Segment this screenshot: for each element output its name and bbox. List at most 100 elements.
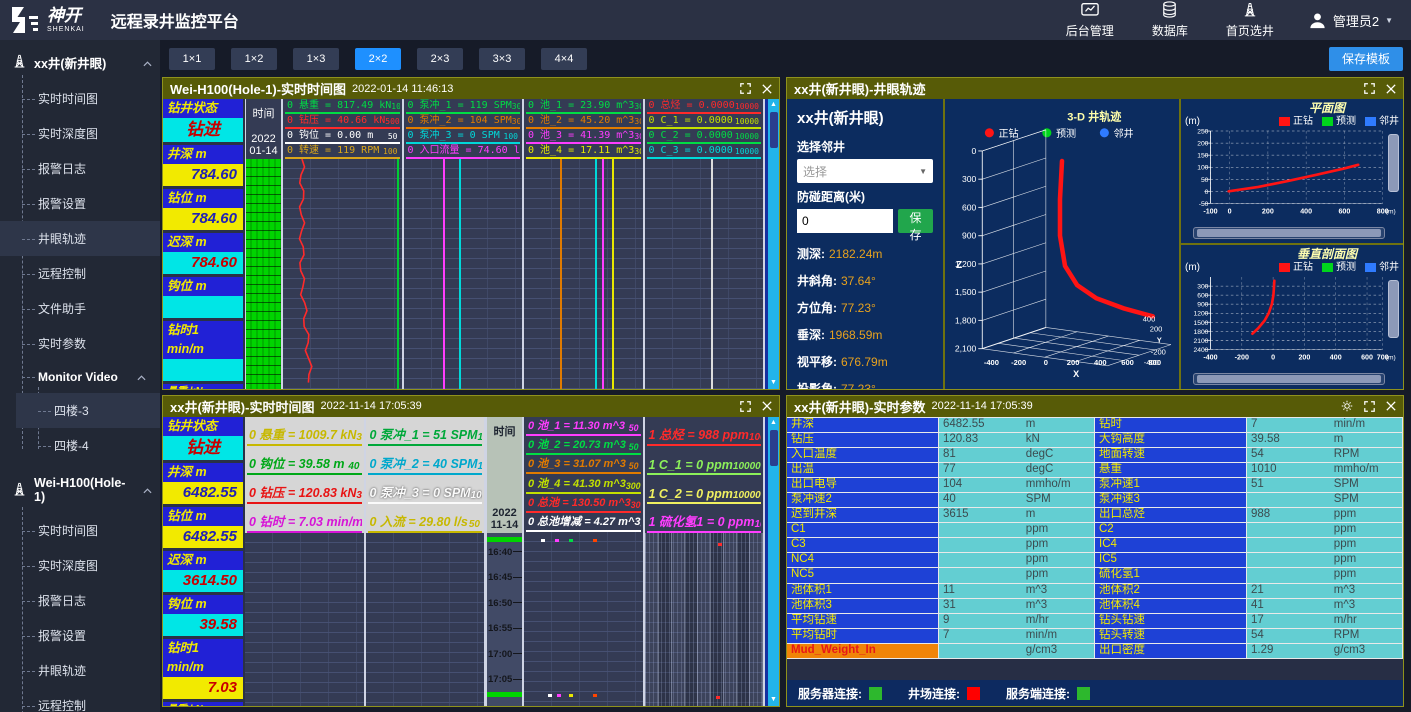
vertical-scrollbar[interactable]: ▲▼ xyxy=(765,417,779,707)
sidebar-item-报警设置[interactable]: 报警设置 xyxy=(0,618,160,653)
sidebar-item-label: 报警日志 xyxy=(38,162,86,176)
collision-distance-input[interactable] xyxy=(797,209,893,233)
legend-swatch xyxy=(1365,117,1376,126)
sidebar-item-井眼轨迹[interactable]: 井眼轨迹 xyxy=(0,221,160,256)
param-value-text: 7 xyxy=(1251,418,1257,430)
sidebar-item-报警日志[interactable]: 报警日志 xyxy=(0,151,160,186)
section-vertical-scrollbar[interactable] xyxy=(1388,280,1399,338)
curve-range-max: 10000 xyxy=(735,132,759,141)
save-template-button[interactable]: 保存模板 xyxy=(1329,47,1403,71)
curve-label-text: 0 池_4 = 17.11 m^3 xyxy=(528,144,634,156)
sidebar-item-实时参数[interactable]: 实时参数 xyxy=(0,326,160,361)
param-cell-label: C3 xyxy=(787,538,939,552)
plan-vertical-scrollbar[interactable] xyxy=(1388,134,1399,192)
sidebar-item-四楼-3[interactable]: 四楼-3 xyxy=(16,393,160,428)
param-cell-value: g/cm3 xyxy=(939,644,1095,658)
layout-button-1×3[interactable]: 1×3 xyxy=(293,48,339,70)
sidebar-item-远程控制[interactable]: 远程控制 xyxy=(0,688,160,712)
curve-label: 0 总烃 = 0.000010000 xyxy=(647,99,762,114)
neighbor-select[interactable]: 选择 ▼ xyxy=(797,159,933,183)
scroll-up-arrow[interactable]: ▲ xyxy=(768,417,779,429)
layout-button-1×2[interactable]: 1×2 xyxy=(231,48,277,70)
layout-button-3×3[interactable]: 3×3 xyxy=(479,48,525,70)
section-horizontal-scrollbar[interactable] xyxy=(1193,373,1385,385)
param-unit-text: m^3 xyxy=(1026,599,1047,613)
top-header-bar: 神开 SHENKAI 远程录井监控平台 后台管理数据库首页选井 管理员2 ▼ xyxy=(0,0,1411,40)
sidebar-item-实时时间图[interactable]: 实时时间图 xyxy=(0,81,160,116)
sidebar-item-Monitor Video[interactable]: Monitor Video xyxy=(0,361,160,393)
curve-label-text: 0 悬重 = 1009.7 kN xyxy=(249,424,356,443)
svg-text:1500: 1500 xyxy=(1193,320,1208,327)
layout-button-1×1[interactable]: 1×1 xyxy=(169,48,215,70)
sidebar-item-报警日志[interactable]: 报警日志 xyxy=(0,583,160,618)
param-block: 钻位 m784.60 xyxy=(163,189,243,230)
expand-icon[interactable] xyxy=(1364,83,1375,94)
scroll-down-arrow[interactable]: ▼ xyxy=(768,694,779,706)
stat-label: 垂深: xyxy=(797,328,825,342)
expand-icon[interactable] xyxy=(1364,401,1375,412)
expand-icon[interactable] xyxy=(740,401,751,412)
curve-label-text: 0 C_1 = 0.0000 xyxy=(649,115,733,126)
layout-button-4×4[interactable]: 4×4 xyxy=(541,48,587,70)
time-axis-strip: 16:4016:4516:5016:5517:0017:05 xyxy=(487,533,522,707)
params-body: 井深6482.55m钻时7min/m钻压120.83kN大钩高度39.58m入口… xyxy=(787,417,1403,707)
svg-text:-200: -200 xyxy=(1011,358,1026,367)
param-value-text: 1.29 xyxy=(1251,644,1273,656)
sidebar-item-文件助手[interactable]: 文件助手 xyxy=(0,291,160,326)
sidebar-item-实时深度图[interactable]: 实时深度图 xyxy=(0,116,160,151)
param-cell-label: 井深 xyxy=(787,418,939,432)
svg-text:50: 50 xyxy=(1201,177,1209,184)
sidebar-item-报警设置[interactable]: 报警设置 xyxy=(0,186,160,221)
sidebar-well-node-2[interactable]: Wei-H100(Hole-1) xyxy=(0,463,160,513)
param-cell-label: 入口温度 xyxy=(787,448,939,462)
scrollbar-thumb[interactable] xyxy=(770,430,778,466)
param-unit-text: kN xyxy=(1026,433,1040,447)
sidebar-item-实时深度图[interactable]: 实时深度图 xyxy=(0,548,160,583)
legend-item: 正钻 xyxy=(1279,115,1313,128)
scroll-up-arrow[interactable]: ▲ xyxy=(768,99,779,111)
track-grid xyxy=(283,159,402,389)
layout-button-2×3[interactable]: 2×3 xyxy=(417,48,463,70)
user-menu[interactable]: 管理员2 ▼ xyxy=(1308,11,1393,30)
svg-text:600: 600 xyxy=(962,202,977,212)
close-icon[interactable] xyxy=(762,84,772,94)
panel-header: xx井(新井眼)-井眼轨迹 xyxy=(787,78,1403,99)
param-cell-label: 出口总烃 xyxy=(1095,508,1247,522)
sidebar-item-井眼轨迹[interactable]: 井眼轨迹 xyxy=(0,653,160,688)
param-unit-text: ppm xyxy=(1334,538,1356,552)
legend-label: 邻井 xyxy=(1379,261,1399,274)
sidebar-item-四楼-4[interactable]: 四楼-4 xyxy=(16,428,160,463)
collision-save-button[interactable]: 保存 xyxy=(898,209,933,233)
track-curve-labels: 0 悬重 = 817.49 kN10000 钻压 = 40.66 kN5000 … xyxy=(283,99,402,159)
layout-button-2×2[interactable]: 2×2 xyxy=(355,48,401,70)
chevron-up-icon xyxy=(137,370,146,384)
nav-item-database[interactable]: 数据库 xyxy=(1152,1,1188,39)
sidebar-well-node-1[interactable]: xx井(新井眼) xyxy=(0,40,160,81)
param-unit-text: SPM xyxy=(1026,493,1051,507)
chevron-up-icon xyxy=(143,56,152,70)
scroll-down-arrow[interactable]: ▼ xyxy=(768,377,779,389)
curve-range-max: 300 xyxy=(634,117,640,126)
nav-item-label: 首页选井 xyxy=(1226,22,1274,39)
nav-item-home[interactable]: 首页选井 xyxy=(1226,1,1274,39)
close-icon[interactable] xyxy=(1386,401,1396,411)
param-cell-value: ppm xyxy=(939,553,1095,567)
svg-text:X: X xyxy=(1073,369,1079,379)
plan-horizontal-scrollbar[interactable] xyxy=(1193,227,1385,239)
vertical-scrollbar[interactable]: ▲▼ xyxy=(765,99,779,389)
sidebar-item-远程控制[interactable]: 远程控制 xyxy=(0,256,160,291)
curve-label: 0 总池 = 130.50 m^3300 xyxy=(526,494,641,513)
scrollbar-thumb[interactable] xyxy=(770,112,778,148)
curve-range-max: 50 xyxy=(629,423,639,433)
param-value: 784.60 xyxy=(163,208,243,230)
curve-range-max: 100 xyxy=(504,132,518,141)
nav-item-admin[interactable]: 后台管理 xyxy=(1066,2,1114,39)
close-icon[interactable] xyxy=(762,401,772,411)
close-icon[interactable] xyxy=(1386,84,1396,94)
param-unit-text: m xyxy=(1026,508,1036,522)
expand-icon[interactable] xyxy=(740,83,751,94)
curve-label: 1 总烃 = 988 ppm10000 xyxy=(647,417,762,446)
sidebar-item-实时时间图[interactable]: 实时时间图 xyxy=(0,513,160,548)
gear-icon[interactable] xyxy=(1341,400,1353,412)
chevron-down-icon: ▼ xyxy=(919,167,927,176)
